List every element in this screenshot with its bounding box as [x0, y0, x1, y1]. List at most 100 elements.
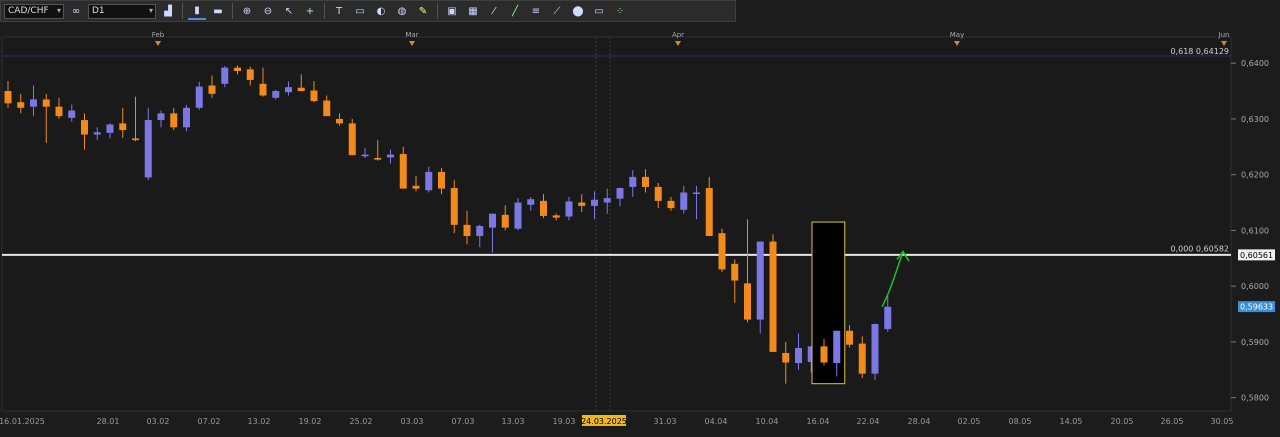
candle-body	[756, 241, 764, 320]
candle-body	[68, 110, 76, 118]
indicators-icon[interactable]: ⁘	[611, 3, 629, 19]
month-label: Apr	[672, 31, 684, 39]
hline-price-label: 0,60561	[1240, 251, 1273, 260]
candle-body	[246, 69, 254, 80]
candle-body	[144, 120, 152, 178]
date-label: 03.03	[401, 417, 424, 426]
zoom-in-icon[interactable]: ⊕	[238, 3, 256, 19]
candle-body	[654, 186, 662, 201]
text-tool-icon[interactable]: T	[330, 3, 348, 19]
candle-body	[132, 138, 139, 141]
highlighted-date-label: 24.03.2025	[581, 417, 627, 426]
trendline-icon[interactable]: ╱	[506, 3, 524, 19]
pencil-icon[interactable]: ✎	[414, 3, 432, 19]
candle-body	[769, 241, 777, 352]
price-label: 0,6100	[1241, 226, 1269, 235]
candle-body	[578, 202, 586, 206]
candle-body	[514, 202, 522, 229]
candle-body	[81, 120, 88, 135]
candle-body	[272, 91, 280, 98]
screenshot-icon[interactable]: ▣	[443, 3, 461, 19]
candle-body	[540, 200, 547, 216]
candle-body	[425, 171, 433, 191]
month-label: Jun	[1218, 31, 1230, 39]
candle-body	[501, 214, 509, 228]
symbol-select[interactable]: CAD/CHF ▾	[4, 3, 64, 19]
price-label: 0,6000	[1241, 282, 1269, 291]
date-label: 04.04	[705, 417, 728, 426]
fibonacci-icon[interactable]: ⁄	[485, 3, 503, 19]
chevron-down-icon: ▾	[56, 5, 61, 15]
candle-body	[744, 283, 751, 320]
date-label: 13.03	[502, 417, 525, 426]
candle-body	[374, 157, 382, 160]
candle-body	[552, 215, 560, 218]
toolbar-separator	[232, 3, 233, 19]
fib-000-label: 0,000 0,60582	[1170, 245, 1229, 254]
price-label: 0,6300	[1241, 115, 1269, 124]
current-price-label: 0,59633	[1240, 303, 1273, 312]
fib-618-label: 0,618 0,64129	[1170, 47, 1229, 56]
link-icon[interactable]: ∞	[67, 3, 85, 19]
candle-body	[527, 199, 535, 205]
date-label: 02.05	[958, 417, 981, 426]
candle-body	[259, 83, 267, 96]
candle-body	[119, 123, 127, 131]
price-chart[interactable]: Feb Mar Apr May Jun 0,6400 0,6300 0,6200 0,6100…	[0, 26, 1280, 437]
crosshair-icon[interactable]: +	[301, 3, 319, 19]
candle-body	[399, 154, 407, 189]
candle-body	[782, 353, 790, 363]
candle-body	[820, 346, 828, 363]
price-label: 0,5900	[1241, 338, 1269, 347]
globe-icon[interactable]: ◍	[393, 3, 411, 19]
cursor-icon[interactable]: ↖	[280, 3, 298, 19]
candle-body	[310, 90, 318, 102]
chevron-down-icon: ▾	[148, 5, 153, 15]
candle-body	[731, 263, 739, 281]
date-label: 30.05	[1211, 417, 1234, 426]
candle-body	[4, 91, 12, 104]
note-icon[interactable]: ▭	[351, 3, 369, 19]
candle-body	[17, 102, 25, 108]
zoom-out-icon[interactable]: ⊖	[259, 3, 277, 19]
candle-body	[718, 233, 726, 270]
candle-body	[667, 200, 675, 209]
gann-icon[interactable]: ⟋	[548, 3, 566, 19]
eraser-icon[interactable]: ◐	[372, 3, 390, 19]
date-label: 07.03	[452, 417, 475, 426]
date-label: 20.05	[1111, 417, 1134, 426]
date-label: 28.04	[908, 417, 931, 426]
grid-icon[interactable]: ▦	[464, 3, 482, 19]
date-label: 16.04	[807, 417, 830, 426]
chart-type-icon[interactable]: ▟	[159, 3, 177, 19]
price-label: 0,5800	[1241, 394, 1269, 403]
bars-icon[interactable]: ▬	[209, 3, 227, 19]
candle-body	[208, 85, 216, 94]
toolbar-separator	[437, 3, 438, 19]
candle-body	[30, 99, 37, 107]
candle-body	[591, 199, 598, 206]
candle-body	[705, 188, 713, 236]
channel-icon[interactable]: ≡	[527, 3, 545, 19]
date-label: 28.01	[97, 417, 120, 426]
date-label: 08.05	[1009, 417, 1032, 426]
candles-icon[interactable]: ▮	[188, 2, 206, 20]
timeframe-select[interactable]: D1 ▾	[88, 3, 156, 19]
chart-toolbar: CAD/CHF ▾ ∞ D1 ▾ ▟ ▮ ▬ ⊕ ⊖ ↖ + T ▭ ◐ ◍ ✎ ▣…	[0, 0, 736, 22]
date-label: 03.02	[147, 417, 170, 426]
month-label: Mar	[405, 31, 418, 39]
date-label: 19.03	[553, 417, 576, 426]
candle-body	[297, 87, 305, 92]
candle-body	[450, 188, 458, 225]
candle-body	[285, 87, 292, 93]
candle-body	[858, 343, 866, 374]
candle-body	[833, 330, 841, 364]
candle-body	[693, 192, 700, 195]
candle-body	[412, 185, 420, 189]
price-label: 0,6400	[1241, 59, 1269, 68]
candle-body	[616, 188, 624, 199]
shapes-icon[interactable]: ⬤	[569, 3, 587, 19]
date-label: 13.02	[248, 417, 271, 426]
hide-icon[interactable]: ▭	[590, 3, 608, 19]
candle-body	[884, 306, 892, 330]
